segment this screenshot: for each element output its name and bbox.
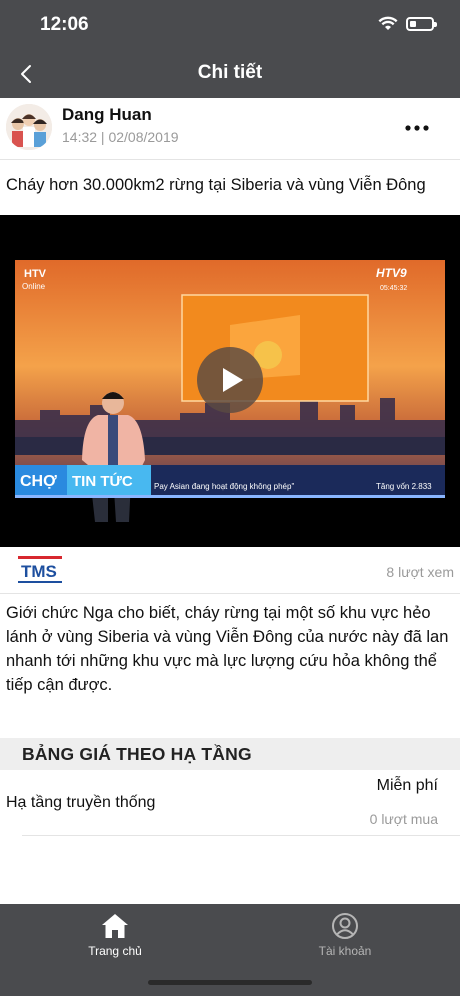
status-time: 12:06 bbox=[40, 14, 89, 35]
divider bbox=[22, 835, 460, 836]
video-clock: 05:45:32 bbox=[380, 285, 407, 292]
user-icon bbox=[332, 913, 358, 939]
pricing-header-title: BẢNG GIÁ THEO HẠ TẦNG bbox=[22, 744, 252, 764]
source-row: TMS 8 lượt xem bbox=[0, 548, 460, 594]
tab-home-label: Trang chủ bbox=[88, 944, 142, 958]
htv-logo: HTV bbox=[24, 268, 47, 280]
post-title: Cháy hơn 30.000km2 rừng tại Siberia và v… bbox=[6, 176, 426, 194]
home-indicator bbox=[148, 980, 312, 985]
more-button[interactable] bbox=[404, 118, 430, 138]
nav-bar: Chi tiết bbox=[0, 50, 460, 98]
battery-fill bbox=[410, 20, 416, 27]
htv9-logo: HTV9 bbox=[376, 266, 407, 280]
post-author-row: Dang Huan 14:32 | 02/08/2019 bbox=[0, 98, 460, 160]
post-timestamp: 14:32 | 02/08/2019 bbox=[62, 129, 179, 145]
play-icon bbox=[197, 347, 263, 413]
pricing-section-header: BẢNG GIÁ THEO HẠ TẦNG bbox=[0, 738, 460, 770]
wifi-icon bbox=[378, 16, 398, 30]
video-tag-cho: CHỢ bbox=[20, 473, 57, 490]
video-ticker-right: Tăng vốn 2.833 bbox=[376, 482, 432, 491]
pricing-row[interactable]: Hạ tầng truyền thống Miễn phí 0 lượt mua bbox=[0, 770, 460, 836]
post-description: Giới chức Nga cho biết, cháy rừng tại mộ… bbox=[6, 604, 449, 694]
source-logo[interactable]: TMS bbox=[18, 556, 62, 586]
pricing-price: Miễn phí bbox=[376, 777, 438, 794]
tab-account-label: Tài khoản bbox=[318, 944, 372, 958]
page-title: Chi tiết bbox=[197, 62, 263, 83]
home-icon bbox=[102, 914, 128, 938]
play-button[interactable] bbox=[197, 347, 263, 413]
battery-icon bbox=[406, 16, 437, 31]
video-ticker: Pay Asian đang hoạt động không phép" bbox=[154, 482, 294, 491]
video-tag-tintuc: TIN TỨC bbox=[72, 472, 133, 490]
view-count: 8 lượt xem bbox=[386, 564, 454, 580]
pricing-name: Hạ tầng truyền thống bbox=[6, 794, 156, 811]
htv-online-label: Online bbox=[22, 282, 46, 291]
tab-account[interactable]: Tài khoản bbox=[230, 904, 460, 974]
tms-logo-icon: TMS bbox=[18, 556, 62, 583]
author-name[interactable]: Dang Huan bbox=[62, 105, 152, 125]
status-bar: 12:06 bbox=[0, 0, 460, 50]
tab-home[interactable]: Trang chủ bbox=[0, 904, 230, 974]
status-icons bbox=[378, 16, 437, 31]
pricing-purchase-count: 0 lượt mua bbox=[369, 811, 438, 827]
svg-text:TMS: TMS bbox=[21, 562, 57, 581]
avatar-image bbox=[6, 104, 52, 150]
more-horizontal-icon bbox=[405, 125, 429, 131]
avatar[interactable] bbox=[6, 104, 52, 150]
